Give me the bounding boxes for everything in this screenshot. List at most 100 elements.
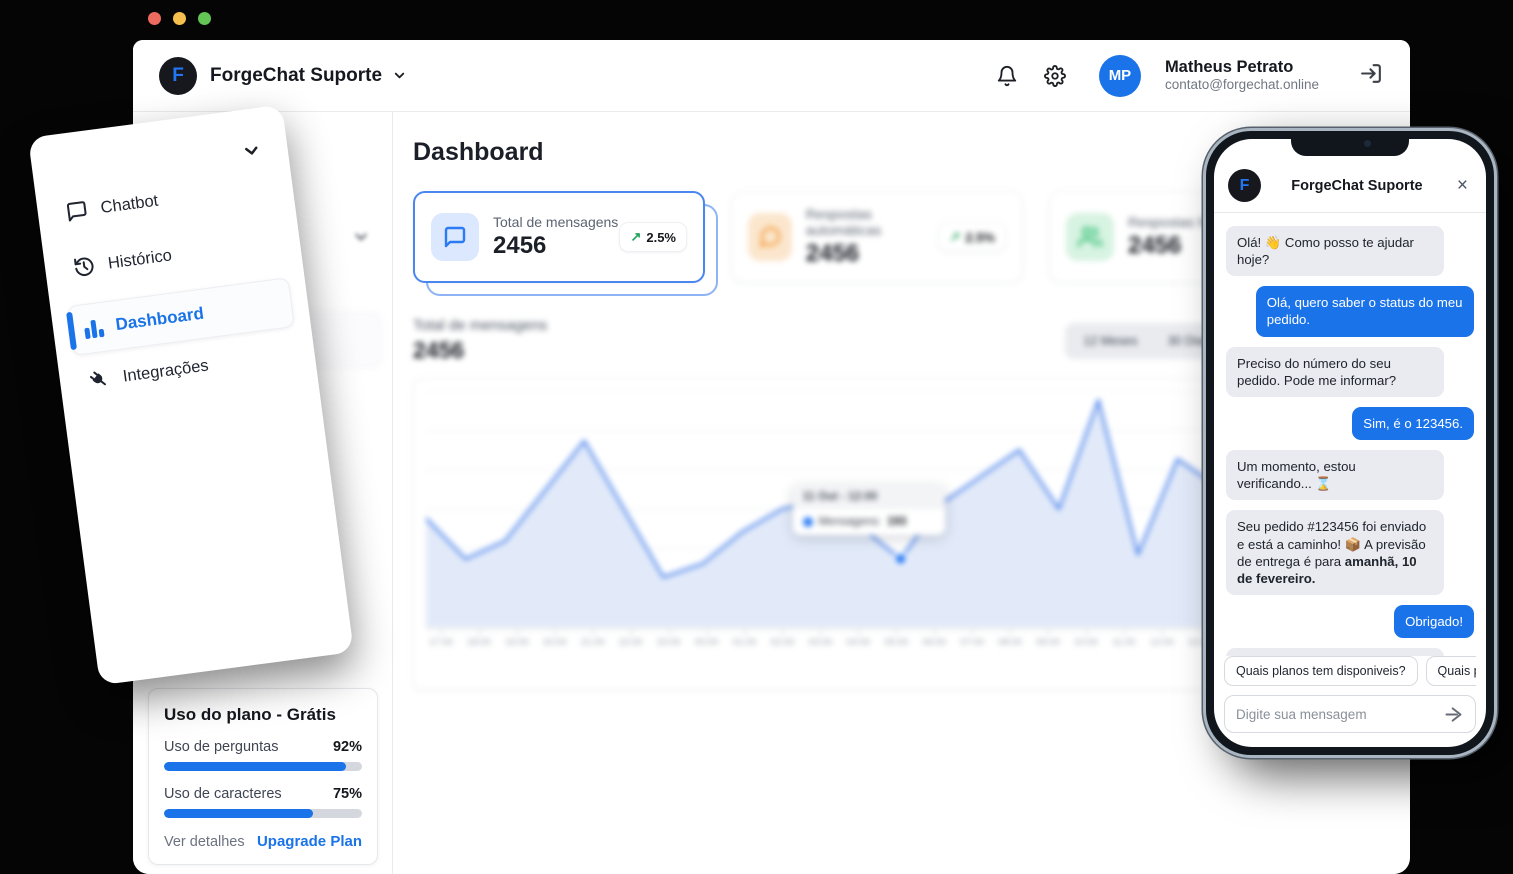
window-controls (148, 12, 211, 25)
trend-up-icon: ↗ (630, 229, 641, 245)
chat-message-user: Sim, é o 123456. (1352, 407, 1474, 440)
x-axis-label: 03:00 (805, 637, 835, 648)
chat-bubble-icon (65, 199, 90, 224)
chat-message-bot: Preciso do número do seu pedido. Pode me… (1226, 347, 1444, 397)
stat-trend-badge: ↗ 2.5% (938, 222, 1006, 252)
logout-button[interactable] (1359, 61, 1384, 91)
gear-icon (1044, 65, 1066, 87)
tooltip-title: 11 Out - 12:00 (793, 485, 945, 509)
plan-row-label: Uso de caracteres (164, 786, 282, 802)
x-axis-label: 23:00 (654, 637, 684, 648)
chart-title: Total de mensagens (413, 317, 547, 334)
plug-icon (87, 367, 112, 392)
stat-label: Total de mensagens (493, 214, 618, 230)
tooltip-series: Mensagens: (819, 516, 882, 528)
quick-reply-button[interactable]: Quais planos (1426, 656, 1476, 686)
workspace-title: ForgeChat Suporte (210, 65, 382, 87)
plan-row-value: 92% (333, 739, 362, 755)
x-axis-label: 18:00 (464, 637, 494, 648)
stat-card-total-messages[interactable]: Total de mensagens 2456 ↗ 2.5% (413, 191, 705, 283)
x-axis-label: 09:00 (1033, 637, 1063, 648)
phone-mockup: F ForgeChat Suporte × Olá! 👋 Como posso … (1203, 128, 1497, 758)
plan-title: Uso do plano - Grátis (164, 705, 362, 725)
stat-value: 2456 (493, 232, 618, 260)
brand-logo-letter: F (172, 65, 184, 87)
sidebar-item-label: Chatbot (100, 191, 160, 217)
sidebar-item-label: Dashboard (114, 304, 205, 335)
phone-camera (1364, 140, 1371, 147)
chat-face-icon (748, 213, 792, 261)
x-axis-label: 11:00 (1109, 637, 1139, 648)
series-dot-icon (803, 517, 813, 527)
quick-reply-button[interactable]: Quais planos tem disponiveis? (1224, 656, 1418, 686)
chart-tooltip: 11 Out - 12:00 Mensagens: 193 (793, 485, 945, 535)
chat-messages: Olá! 👋 Como posso te ajudar hoje? Olá, qu… (1214, 213, 1486, 656)
view-details-link[interactable]: Ver detalhes (164, 834, 245, 850)
stat-label: Respostas automáticas (806, 206, 939, 238)
x-axis-label: 01:00 (730, 637, 760, 648)
plan-usage-card: Uso do plano - Grátis Uso de perguntas 9… (148, 688, 378, 865)
bell-icon (996, 65, 1018, 87)
sidebar-item-label: Histórico (107, 246, 173, 273)
settings-button[interactable] (1043, 64, 1067, 88)
avatar[interactable]: MP (1099, 55, 1141, 97)
x-axis-label: 05:00 (881, 637, 911, 648)
chat-bottom-area: Quais planos tem disponiveis? Quais plano… (1214, 656, 1486, 747)
x-axis-label: 02:00 (767, 637, 797, 648)
messages-chart: 17:0018:0019:0020:0021:0022:0023:0000:00… (413, 378, 1228, 690)
sidebar-collapse-chevron-icon[interactable] (352, 228, 370, 246)
send-icon (1443, 704, 1464, 725)
sidebar-item-label: Integrações (122, 356, 210, 386)
x-axis-label: 12:00 (1147, 637, 1177, 648)
data-point-marker[interactable] (895, 553, 907, 565)
collapse-chevron-icon[interactable] (240, 140, 262, 162)
chat-widget: F ForgeChat Suporte × Olá! 👋 Como posso … (1214, 139, 1486, 747)
topbar: F ForgeChat Suporte MP Matheus Petrato c… (133, 40, 1410, 112)
plan-row-value: 75% (333, 786, 362, 802)
x-axis-label: 08:00 (995, 637, 1025, 648)
chat-message-user: Obrigado! (1394, 605, 1474, 638)
tooltip-value: 193 (887, 516, 906, 528)
x-axis-label: 07:00 (957, 637, 987, 648)
x-axis-label: 17:00 (426, 637, 456, 648)
chart-header: Total de mensagens 2456 12 Meses 30 Dias (413, 317, 1228, 364)
send-button[interactable] (1443, 704, 1464, 725)
chat-message-bot: De nada! Qualquer dúvida, estou por aqui… (1226, 648, 1444, 656)
chart-total: 2456 (413, 337, 547, 364)
chat-message-bot: Olá! 👋 Como posso te ajudar hoje? (1226, 226, 1444, 276)
user-name: Matheus Petrato (1165, 57, 1319, 78)
x-axis-label: 21:00 (578, 637, 608, 648)
filter-12-months[interactable]: 12 Meses (1070, 328, 1150, 354)
marketing-canvas: F ForgeChat Suporte MP Matheus Petrato c… (0, 0, 1513, 874)
x-axis: 17:0018:0019:0020:0021:0022:0023:0000:00… (426, 629, 1215, 648)
logout-icon (1359, 61, 1384, 86)
chevron-down-icon[interactable] (392, 68, 407, 83)
minimize-window-button[interactable] (173, 12, 186, 25)
history-clock-icon (72, 254, 97, 279)
stat-card-auto-replies[interactable]: Respostas automáticas 2456 ↗ 2.5% (731, 191, 1023, 283)
close-window-button[interactable] (148, 12, 161, 25)
x-axis-label: 19:00 (502, 637, 532, 648)
chat-widget-title: ForgeChat Suporte (1261, 178, 1453, 194)
chat-bubble-icon (431, 213, 479, 261)
upgrade-plan-link[interactable]: Upagrade Plan (257, 833, 362, 850)
maximize-window-button[interactable] (198, 12, 211, 25)
bar-chart-icon (83, 317, 104, 339)
message-input[interactable] (1236, 707, 1443, 722)
notifications-button[interactable] (995, 64, 1019, 88)
message-input-bar (1224, 695, 1476, 733)
x-axis-label: 06:00 (919, 637, 949, 648)
user-email: contato@forgechat.online (1165, 77, 1319, 94)
chat-message-user: Olá, quero saber o status do meu pedido. (1256, 286, 1474, 336)
progress-bar-questions (164, 762, 362, 771)
chat-widget-logo: F (1228, 169, 1261, 202)
chat-message-bot: Um momento, estou verificando... ⌛ (1226, 450, 1444, 500)
trend-value: 2.5% (965, 230, 995, 245)
x-axis-label: 04:00 (843, 637, 873, 648)
chat-message-bot: Seu pedido #123456 foi enviado e está a … (1226, 510, 1444, 595)
brand-logo: F (159, 57, 197, 95)
phone-notch (1291, 131, 1409, 156)
close-icon[interactable]: × (1453, 175, 1472, 197)
trend-up-icon: ↗ (949, 229, 960, 245)
users-icon (1066, 213, 1114, 261)
